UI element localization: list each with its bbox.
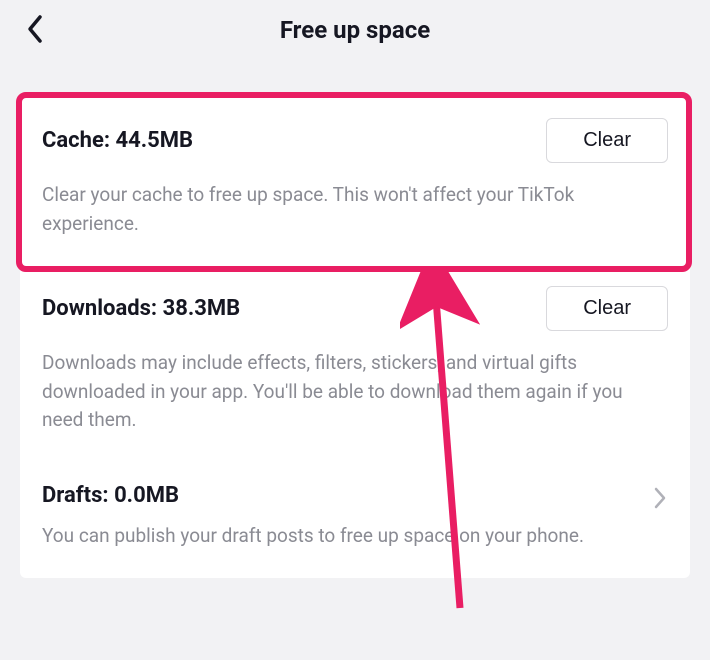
drafts-title: Drafts: 0.0MB (42, 483, 179, 508)
cache-title: Cache: 44.5MB (42, 128, 193, 153)
back-button[interactable] (26, 14, 44, 48)
cache-desc: Clear your cache to free up space. This … (42, 181, 668, 238)
header-bar: Free up space (0, 0, 710, 64)
drafts-desc: You can publish your draft posts to free… (42, 522, 668, 551)
drafts-value: 0.0MB (114, 483, 179, 508)
downloads-label: Downloads: (42, 296, 163, 321)
drafts-row-head: Drafts: 0.0MB (42, 483, 668, 508)
downloads-row: Downloads: 38.3MB Clear Downloads may in… (20, 260, 690, 457)
downloads-desc: Downloads may include effects, filters, … (42, 349, 668, 435)
cache-label: Cache: (42, 128, 116, 153)
cache-row-head: Cache: 44.5MB Clear (42, 118, 668, 163)
drafts-row[interactable]: Drafts: 0.0MB You can publish your draft… (20, 457, 690, 579)
chevron-left-icon (26, 14, 44, 44)
downloads-value: 38.3MB (163, 296, 241, 321)
cache-value: 44.5MB (116, 128, 194, 153)
settings-panel: Cache: 44.5MB Clear Clear your cache to … (20, 92, 690, 578)
drafts-label: Drafts: (42, 483, 114, 508)
clear-downloads-button[interactable]: Clear (546, 286, 668, 331)
cache-row: Cache: 44.5MB Clear Clear your cache to … (20, 92, 690, 260)
downloads-title: Downloads: 38.3MB (42, 296, 240, 321)
chevron-right-icon (654, 487, 666, 509)
downloads-row-head: Downloads: 38.3MB Clear (42, 286, 668, 331)
clear-cache-button[interactable]: Clear (546, 118, 668, 163)
drafts-chevron (654, 487, 666, 513)
page-title: Free up space (280, 16, 430, 44)
